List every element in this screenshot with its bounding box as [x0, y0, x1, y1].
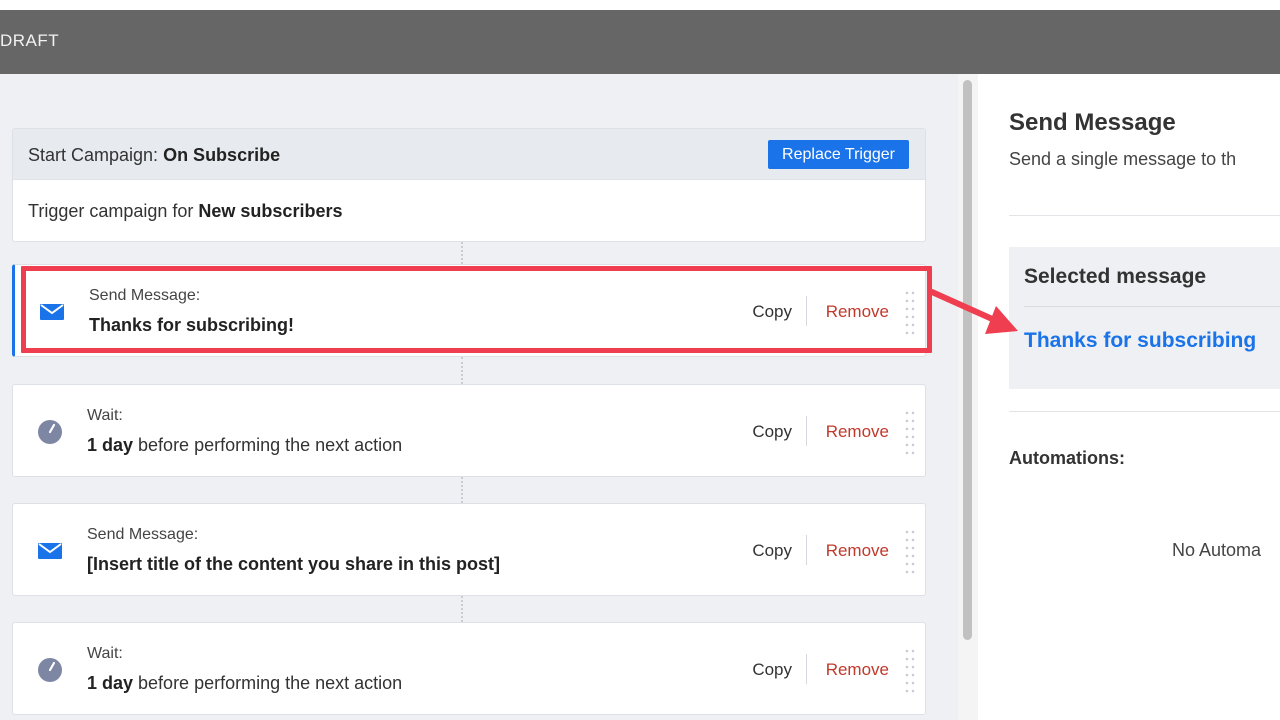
scrollbar[interactable]: [958, 74, 978, 720]
drag-handle-icon[interactable]: [904, 647, 916, 695]
remove-button[interactable]: Remove: [826, 302, 889, 322]
header-title: DRAFT: [0, 31, 60, 50]
automations-label: Automations:: [1009, 448, 1125, 468]
clock-icon: [38, 658, 62, 682]
selected-message-box: Selected message Thanks for subscribing: [1009, 247, 1280, 389]
divider: [806, 654, 807, 684]
app-header: DRAFT: [0, 10, 1280, 74]
step-label: Wait:: [87, 407, 123, 424]
step-details-panel: Send Message Send a single message to th…: [978, 74, 1280, 720]
no-automations-text: No Automa: [1172, 540, 1262, 560]
clock-icon: [38, 420, 62, 444]
divider: [1024, 306, 1280, 307]
step-value: 1 day before performing the next action: [87, 435, 403, 455]
trigger-title: Start Campaign: On Subscribe: [28, 145, 281, 165]
top-strip: [0, 0, 1280, 10]
replace-trigger-button[interactable]: Replace Trigger: [768, 140, 909, 169]
step-wait[interactable]: Wait: 1 day before performing the next a…: [12, 384, 926, 477]
drag-handle-icon[interactable]: [904, 409, 916, 457]
remove-button[interactable]: Remove: [826, 422, 889, 442]
flow-connector: [461, 357, 463, 384]
selected-message-link[interactable]: Thanks for subscribing: [1024, 329, 1256, 353]
envelope-icon: [38, 543, 62, 559]
drag-handle-icon[interactable]: [904, 289, 916, 337]
step-label: Wait:: [87, 645, 123, 662]
copy-button[interactable]: Copy: [752, 660, 792, 680]
step-value: 1 day before performing the next action: [87, 673, 403, 693]
copy-button[interactable]: Copy: [752, 541, 792, 561]
panel-title: Send Message: [1009, 109, 1176, 136]
trigger-card: Start Campaign: On Subscribe Replace Tri…: [12, 128, 926, 242]
copy-button[interactable]: Copy: [752, 302, 792, 322]
flow-connector: [461, 596, 463, 622]
step-value: [Insert title of the content you share i…: [87, 554, 501, 574]
flow-connector: [461, 477, 463, 503]
trigger-description: Trigger campaign for New subscribers: [28, 201, 343, 221]
copy-button[interactable]: Copy: [752, 422, 792, 442]
selected-message-title: Selected message: [1024, 265, 1207, 288]
divider: [806, 416, 807, 446]
step-wait[interactable]: Wait: 1 day before performing the next a…: [12, 622, 926, 715]
flow-connector: [461, 242, 463, 264]
step-label: Send Message:: [87, 526, 199, 543]
drag-handle-icon[interactable]: [904, 528, 916, 576]
step-value: Thanks for subscribing!: [89, 315, 295, 335]
remove-button[interactable]: Remove: [826, 541, 889, 561]
trigger-header: Start Campaign: On Subscribe Replace Tri…: [13, 129, 925, 180]
step-label: Send Message:: [89, 287, 201, 304]
panel-subtitle: Send a single message to th: [1009, 149, 1237, 169]
scrollbar-thumb[interactable]: [963, 80, 972, 640]
divider: [806, 535, 807, 565]
divider: [1009, 411, 1280, 412]
step-send-message[interactable]: Send Message: [Insert title of the conte…: [12, 503, 926, 596]
step-send-message[interactable]: Send Message: Thanks for subscribing! Co…: [12, 264, 926, 357]
envelope-icon: [40, 304, 64, 320]
campaign-flow-pane: Start Campaign: On Subscribe Replace Tri…: [0, 74, 958, 720]
divider: [806, 296, 807, 326]
remove-button[interactable]: Remove: [826, 660, 889, 680]
trigger-event: On Subscribe: [163, 145, 281, 165]
divider: [1009, 215, 1280, 216]
trigger-body: Trigger campaign for New subscribers: [13, 180, 925, 241]
trigger-audience: New subscribers: [198, 201, 343, 221]
